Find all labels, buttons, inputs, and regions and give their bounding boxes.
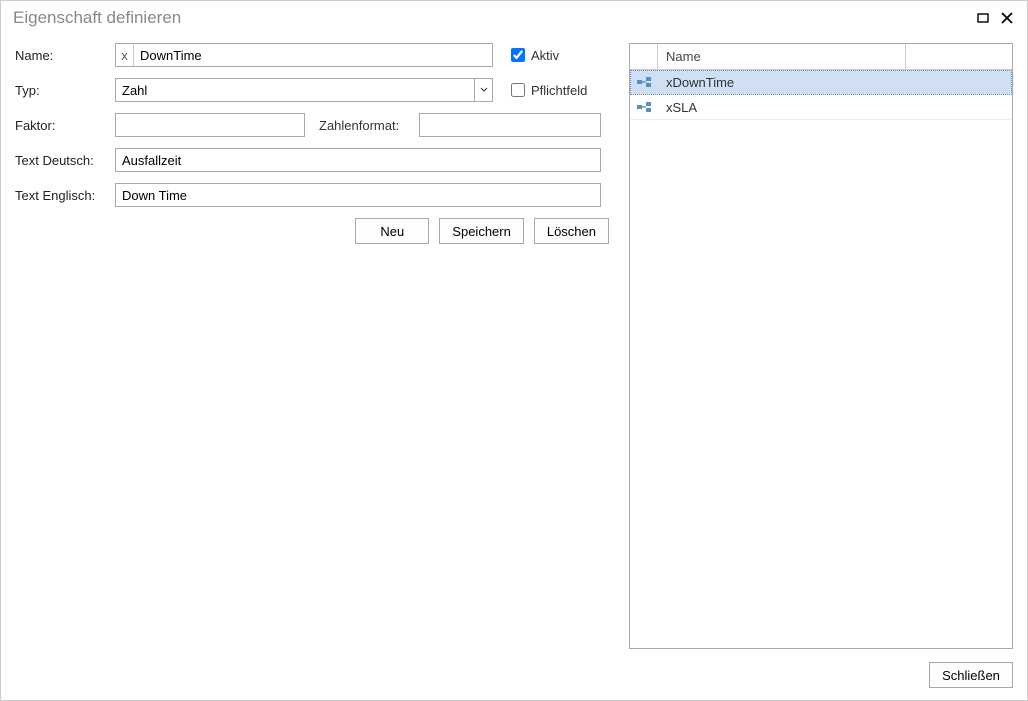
type-label: Typ: <box>15 83 115 98</box>
titlebar: Eigenschaft definieren <box>1 1 1027 33</box>
type-select[interactable] <box>115 78 493 102</box>
table-row[interactable]: xSLA <box>630 95 1012 120</box>
property-icon <box>630 77 658 87</box>
save-button[interactable]: Speichern <box>439 218 524 244</box>
grid-header-empty[interactable] <box>906 44 1012 69</box>
close-icon[interactable] <box>997 8 1017 28</box>
new-button[interactable]: Neu <box>355 218 429 244</box>
dialog-title: Eigenschaft definieren <box>13 8 969 28</box>
grid-body: xDownTime xSLA <box>630 70 1012 648</box>
row-name: xSLA <box>658 100 906 115</box>
name-prefix: x <box>115 43 133 67</box>
property-icon <box>630 102 658 112</box>
numfmt-input[interactable] <box>419 113 601 137</box>
text-en-input[interactable] <box>115 183 601 207</box>
active-checkbox[interactable] <box>511 48 525 62</box>
properties-grid: Name xDownTime xSLA <box>629 43 1013 649</box>
name-input[interactable] <box>133 43 493 67</box>
delete-button[interactable]: Löschen <box>534 218 609 244</box>
close-button[interactable]: Schließen <box>929 662 1013 688</box>
row-name: xDownTime <box>658 75 906 90</box>
text-de-label: Text Deutsch: <box>15 153 115 168</box>
text-de-input[interactable] <box>115 148 601 172</box>
grid-header: Name <box>630 44 1012 70</box>
mandatory-checkbox[interactable] <box>511 83 525 97</box>
factor-label: Faktor: <box>15 118 115 133</box>
maximize-icon[interactable] <box>973 8 993 28</box>
factor-input[interactable] <box>115 113 305 137</box>
mandatory-label: Pflichtfeld <box>531 83 587 98</box>
active-label: Aktiv <box>531 48 559 63</box>
type-input[interactable] <box>115 78 493 102</box>
grid-header-icon[interactable] <box>630 44 658 69</box>
form-panel: Name: x Aktiv Typ: Pflichtfeld Faktor: <box>15 43 609 649</box>
name-label: Name: <box>15 48 115 63</box>
table-row[interactable]: xDownTime <box>630 70 1012 95</box>
numfmt-label: Zahlenformat: <box>319 118 419 133</box>
chevron-down-icon[interactable] <box>474 79 492 101</box>
text-en-label: Text Englisch: <box>15 188 115 203</box>
grid-header-name[interactable]: Name <box>658 44 906 69</box>
